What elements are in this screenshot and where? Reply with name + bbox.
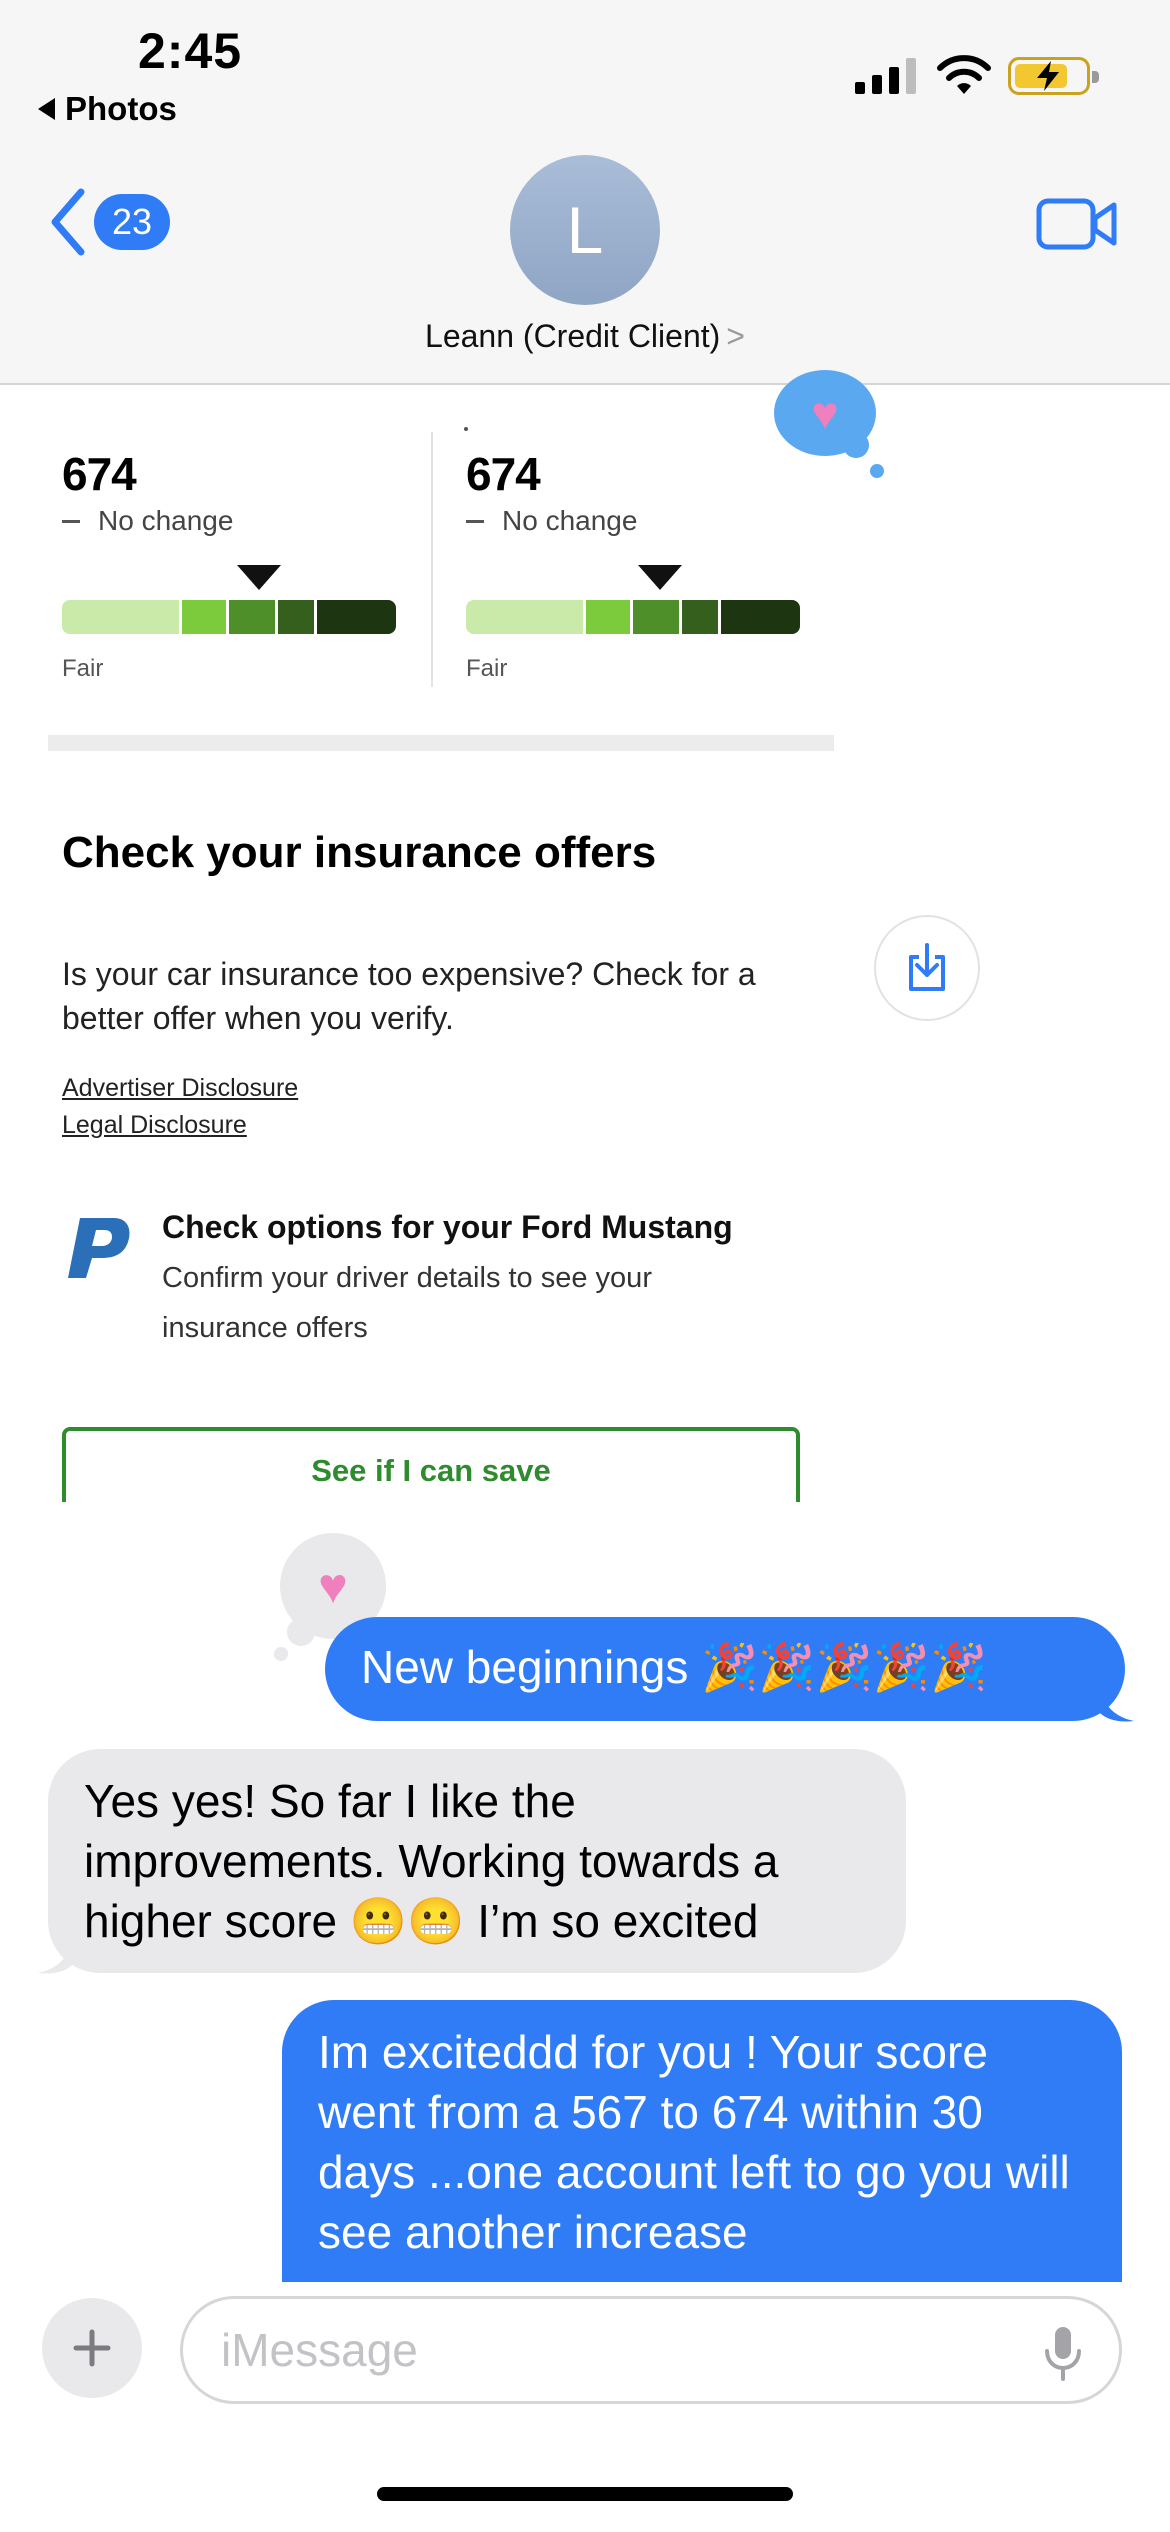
score-pointer-icon xyxy=(237,565,281,590)
sent-message-bubble[interactable]: New beginnings 🎉🎉🎉🎉🎉 xyxy=(325,1617,1125,1721)
credit-score-value: 674 xyxy=(466,448,541,500)
score-rating: Fair xyxy=(62,655,104,682)
score-change-label: No change xyxy=(98,505,234,536)
heart-icon: ♥ xyxy=(811,387,839,439)
chevron-left-icon xyxy=(51,188,85,256)
download-icon xyxy=(909,943,945,991)
chevron-right-icon: > xyxy=(726,318,745,354)
heart-icon: ♥ xyxy=(318,1558,348,1614)
cellular-signal-icon xyxy=(855,58,916,94)
column-divider xyxy=(431,432,433,687)
score-rating: Fair xyxy=(466,655,508,682)
score-change: No change xyxy=(62,505,233,537)
screenshot-attachment[interactable]: 674 No change Fair 674 No change Fair Ch… xyxy=(38,387,834,1502)
received-message-bubble[interactable]: Yes yes! So far I like the improvements.… xyxy=(48,1749,906,1973)
back-triangle-icon xyxy=(38,98,55,120)
score-range-bar xyxy=(466,600,800,634)
conversation-header: 2:45 Photos 23 L Leann (Credit Client) > xyxy=(0,0,1170,385)
tapback-tail xyxy=(287,1618,315,1646)
status-time: 2:45 xyxy=(138,23,243,79)
score-card-1: 674 No change Fair xyxy=(38,387,398,687)
back-app-label: Photos xyxy=(65,90,177,127)
sent-message-bubble[interactable]: Im exciteddd for you ! Your score went f… xyxy=(282,2000,1122,2290)
wifi-icon xyxy=(937,55,991,94)
plus-icon xyxy=(73,2329,111,2367)
contact-avatar[interactable]: L xyxy=(510,155,660,305)
contact-name-label: Leann (Credit Client) xyxy=(425,318,721,354)
back-to-conversations-button[interactable]: 23 xyxy=(48,188,170,256)
back-to-photos-link[interactable]: Photos xyxy=(38,90,177,128)
apps-plus-button[interactable] xyxy=(42,2298,142,2398)
insurance-option-title: Check options for your Ford Mustang xyxy=(162,1209,733,1245)
tapback-tail xyxy=(274,1647,288,1661)
legal-disclosure-link[interactable]: Legal Disclosure xyxy=(62,1111,247,1140)
tapback-tail xyxy=(870,464,884,478)
unread-count-badge: 23 xyxy=(94,194,170,250)
score-card-2: 674 No change Fair xyxy=(442,387,802,687)
imessage-field-container xyxy=(180,2296,1122,2404)
tapback-tail xyxy=(843,432,869,458)
advertiser-disclosure-link[interactable]: Advertiser Disclosure xyxy=(62,1074,298,1103)
dash-icon xyxy=(466,519,484,523)
save-attachment-button[interactable] xyxy=(874,915,980,1021)
battery-charging-icon xyxy=(1008,57,1099,95)
score-change: No change xyxy=(466,505,637,537)
progressive-logo-icon xyxy=(68,1218,130,1278)
video-call-icon[interactable] xyxy=(1036,196,1118,252)
bubble-tail xyxy=(38,1935,72,1974)
credit-score-value: 674 xyxy=(62,448,137,500)
insurance-description: Is your car insurance too expensive? Che… xyxy=(62,956,756,1036)
section-separator xyxy=(48,735,834,751)
dash-icon xyxy=(62,519,80,523)
microphone-icon[interactable] xyxy=(1043,2325,1083,2383)
see-if-i-can-save-button[interactable]: See if I can save xyxy=(62,1427,800,1502)
imessage-input[interactable] xyxy=(221,2317,1001,2383)
bubble-tail xyxy=(1100,1683,1134,1722)
score-range-bar xyxy=(62,600,396,634)
score-change-label: No change xyxy=(502,505,638,536)
insurance-title: Check your insurance offers xyxy=(62,828,657,877)
score-pointer-icon xyxy=(638,565,682,590)
contact-name-button[interactable]: Leann (Credit Client) > xyxy=(0,318,1170,355)
home-indicator[interactable] xyxy=(377,2487,793,2501)
insurance-option-description: Confirm your driver details to see your … xyxy=(162,1262,652,1344)
